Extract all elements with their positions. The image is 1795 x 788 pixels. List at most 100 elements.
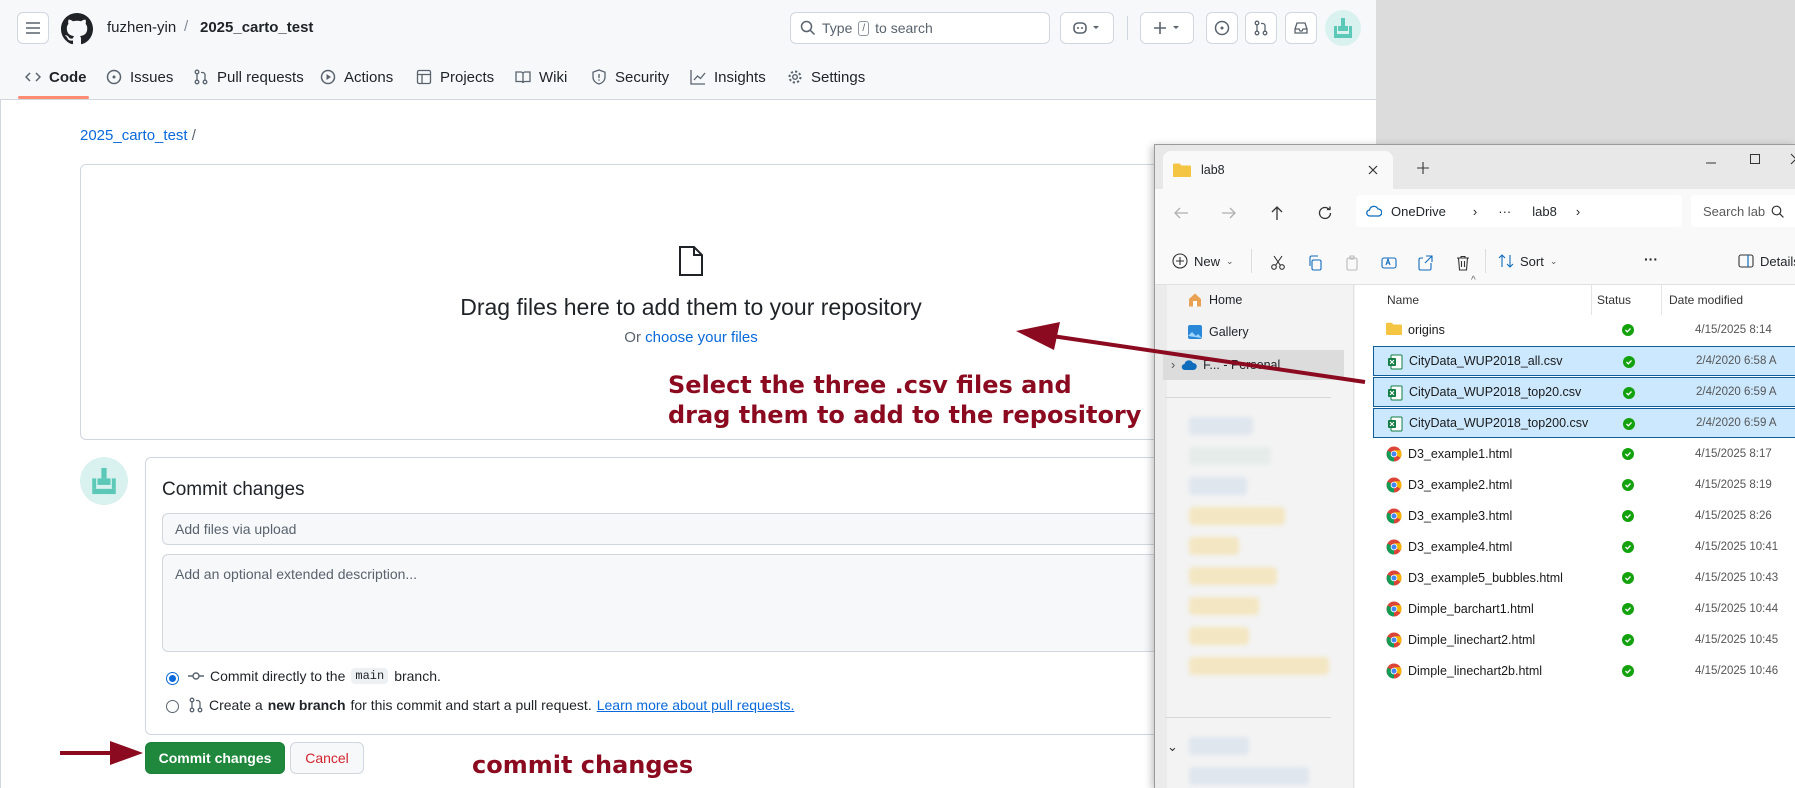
sort-button[interactable]: Sort ⌄ xyxy=(1498,253,1557,269)
branch-name: main xyxy=(351,668,389,684)
new-tab-icon[interactable] xyxy=(1416,161,1430,175)
details-pane-icon xyxy=(1738,254,1754,268)
forward-arrow-icon[interactable] xyxy=(1221,205,1237,221)
tab-insights[interactable]: Insights xyxy=(690,64,766,90)
commit-description-textarea[interactable]: Add an optional extended description... xyxy=(162,554,1192,652)
search-icon xyxy=(1771,205,1784,218)
sort-button-label: Sort xyxy=(1520,253,1544,269)
tab-pull-requests[interactable]: Pull requests xyxy=(193,64,304,90)
share-icon[interactable] xyxy=(1417,255,1433,271)
commit-changes-button[interactable]: Commit changes xyxy=(145,742,285,774)
tab-projects-label: Projects xyxy=(440,68,495,86)
address-chevron-2[interactable]: › xyxy=(1576,204,1580,219)
inbox-button[interactable] xyxy=(1285,12,1317,44)
drop-title: Drag files here to add them to your repo… xyxy=(460,294,922,320)
search-icon xyxy=(800,20,816,36)
explorer-tab-title: lab8 xyxy=(1201,163,1225,177)
up-arrow-icon[interactable] xyxy=(1269,205,1285,221)
file-row[interactable]: Dimple_linechart2b.html 4/15/2025 10:46 xyxy=(1373,656,1795,686)
column-header-date[interactable]: Date modified xyxy=(1669,285,1743,315)
inbox-icon xyxy=(1294,22,1308,34)
search-placeholder-pre: Type xyxy=(822,20,853,36)
tab-wiki[interactable]: Wiki xyxy=(515,64,567,90)
github-logo-icon[interactable] xyxy=(61,13,93,45)
gallery-icon xyxy=(1188,325,1202,339)
repo-link[interactable]: 2025_carto_test xyxy=(200,19,313,36)
maximize-icon[interactable] xyxy=(1749,153,1761,165)
back-arrow-icon[interactable] xyxy=(1173,205,1189,221)
more-options-button[interactable]: ··· xyxy=(1644,251,1658,267)
file-row[interactable]: D3_example4.html 4/15/2025 10:41 xyxy=(1373,532,1795,562)
drop-or-text: Or xyxy=(624,329,641,346)
file-row[interactable]: Dimple_barchart1.html 4/15/2025 10:44 xyxy=(1373,594,1795,624)
column-divider xyxy=(1591,285,1592,315)
file-row[interactable]: D3_example3.html 4/15/2025 8:26 xyxy=(1373,501,1795,531)
breadcrumb-separator: / xyxy=(184,18,189,35)
refresh-icon[interactable] xyxy=(1317,205,1333,221)
commit-summary-input[interactable]: Add files via upload xyxy=(162,513,1192,545)
tab-issues[interactable]: Issues xyxy=(106,64,173,90)
file-row[interactable]: CityData_WUP2018_top200.csv 2/4/2020 6:59… xyxy=(1373,408,1795,438)
details-button[interactable]: Details xyxy=(1738,253,1795,269)
search-input[interactable]: Type / to search xyxy=(790,12,1050,44)
address-bar[interactable]: OneDrive › ··· lab8 › xyxy=(1356,195,1682,227)
rename-icon[interactable] xyxy=(1381,255,1397,271)
close-window-icon[interactable] xyxy=(1790,153,1795,165)
owner-link[interactable]: fuzhen-yin xyxy=(107,19,176,36)
file-row[interactable]: CityData_WUP2018_top20.csv 2/4/2020 6:59 … xyxy=(1373,377,1795,407)
new-branch-radio[interactable] xyxy=(166,700,179,713)
nav-home[interactable]: Home xyxy=(1187,292,1242,308)
learn-more-link[interactable]: Learn more about pull requests. xyxy=(597,697,795,713)
cancel-button[interactable]: Cancel xyxy=(290,742,364,774)
sync-status-icon xyxy=(1622,510,1634,522)
menu-button[interactable] xyxy=(17,12,49,44)
tab-settings[interactable]: Settings xyxy=(787,64,865,90)
tab-code[interactable]: Code xyxy=(25,64,87,90)
file-row[interactable]: origins 4/15/2025 8:14 xyxy=(1373,315,1795,345)
pull-requests-button[interactable] xyxy=(1245,12,1277,44)
chrome-file-icon xyxy=(1386,632,1402,648)
file-row[interactable]: CityData_WUP2018_all.csv 2/4/2020 6:58 A xyxy=(1373,346,1795,376)
address-lab8[interactable]: lab8 xyxy=(1532,204,1557,219)
folder-icon xyxy=(1173,163,1191,177)
avatar[interactable] xyxy=(1325,10,1361,46)
cut-icon[interactable] xyxy=(1270,255,1286,271)
blurred-nav-item xyxy=(1189,627,1249,645)
copilot-button[interactable] xyxy=(1060,12,1114,44)
issues-button[interactable] xyxy=(1206,12,1238,44)
nav-onedrive-personal[interactable]: › F... - Personal xyxy=(1163,350,1344,380)
tab-projects[interactable]: Projects xyxy=(416,64,494,90)
delete-icon[interactable] xyxy=(1455,255,1471,271)
column-header-name[interactable]: Name xyxy=(1387,285,1419,315)
file-date-modified: 4/15/2025 8:14 xyxy=(1695,324,1772,336)
close-tab-icon[interactable] xyxy=(1367,164,1379,176)
breadcrumb-repo-link[interactable]: 2025_carto_test xyxy=(80,127,188,144)
page-border xyxy=(0,100,1,788)
pull-request-icon xyxy=(189,697,203,713)
nav-gallery[interactable]: Gallery xyxy=(1187,324,1249,340)
file-date-modified: 4/15/2025 8:26 xyxy=(1695,510,1772,522)
choose-files-link[interactable]: choose your files xyxy=(645,329,758,346)
file-row[interactable]: D3_example1.html 4/15/2025 8:17 xyxy=(1373,439,1795,469)
address-onedrive[interactable]: OneDrive xyxy=(1391,204,1446,219)
file-row[interactable]: D3_example5_bubbles.html 4/15/2025 10:43 xyxy=(1373,563,1795,593)
address-ellipsis[interactable]: ··· xyxy=(1498,204,1511,219)
details-button-label: Details xyxy=(1760,253,1795,269)
column-header-status[interactable]: Status xyxy=(1597,285,1631,315)
paste-icon[interactable] xyxy=(1344,255,1360,271)
tab-actions[interactable]: Actions xyxy=(320,64,393,90)
minimize-icon[interactable] xyxy=(1705,157,1717,169)
file-row[interactable]: D3_example2.html 4/15/2025 8:19 xyxy=(1373,470,1795,500)
copy-icon[interactable] xyxy=(1307,255,1323,271)
new-button[interactable]: New ⌄ xyxy=(1172,253,1234,269)
file-name: D3_example2.html xyxy=(1408,478,1513,492)
chevron-down-icon[interactable]: ⌄ xyxy=(1167,739,1178,755)
tab-security[interactable]: Security xyxy=(591,64,669,90)
create-new-button[interactable] xyxy=(1140,12,1194,44)
explorer-search-input[interactable]: Search lab xyxy=(1691,195,1795,227)
file-row[interactable]: Dimple_linechart2.html 4/15/2025 10:45 xyxy=(1373,625,1795,655)
address-chevron-1[interactable]: › xyxy=(1473,204,1477,219)
commit-direct-radio[interactable] xyxy=(166,672,179,685)
explorer-tab[interactable]: lab8 xyxy=(1163,151,1393,189)
blurred-nav-item xyxy=(1189,417,1253,435)
